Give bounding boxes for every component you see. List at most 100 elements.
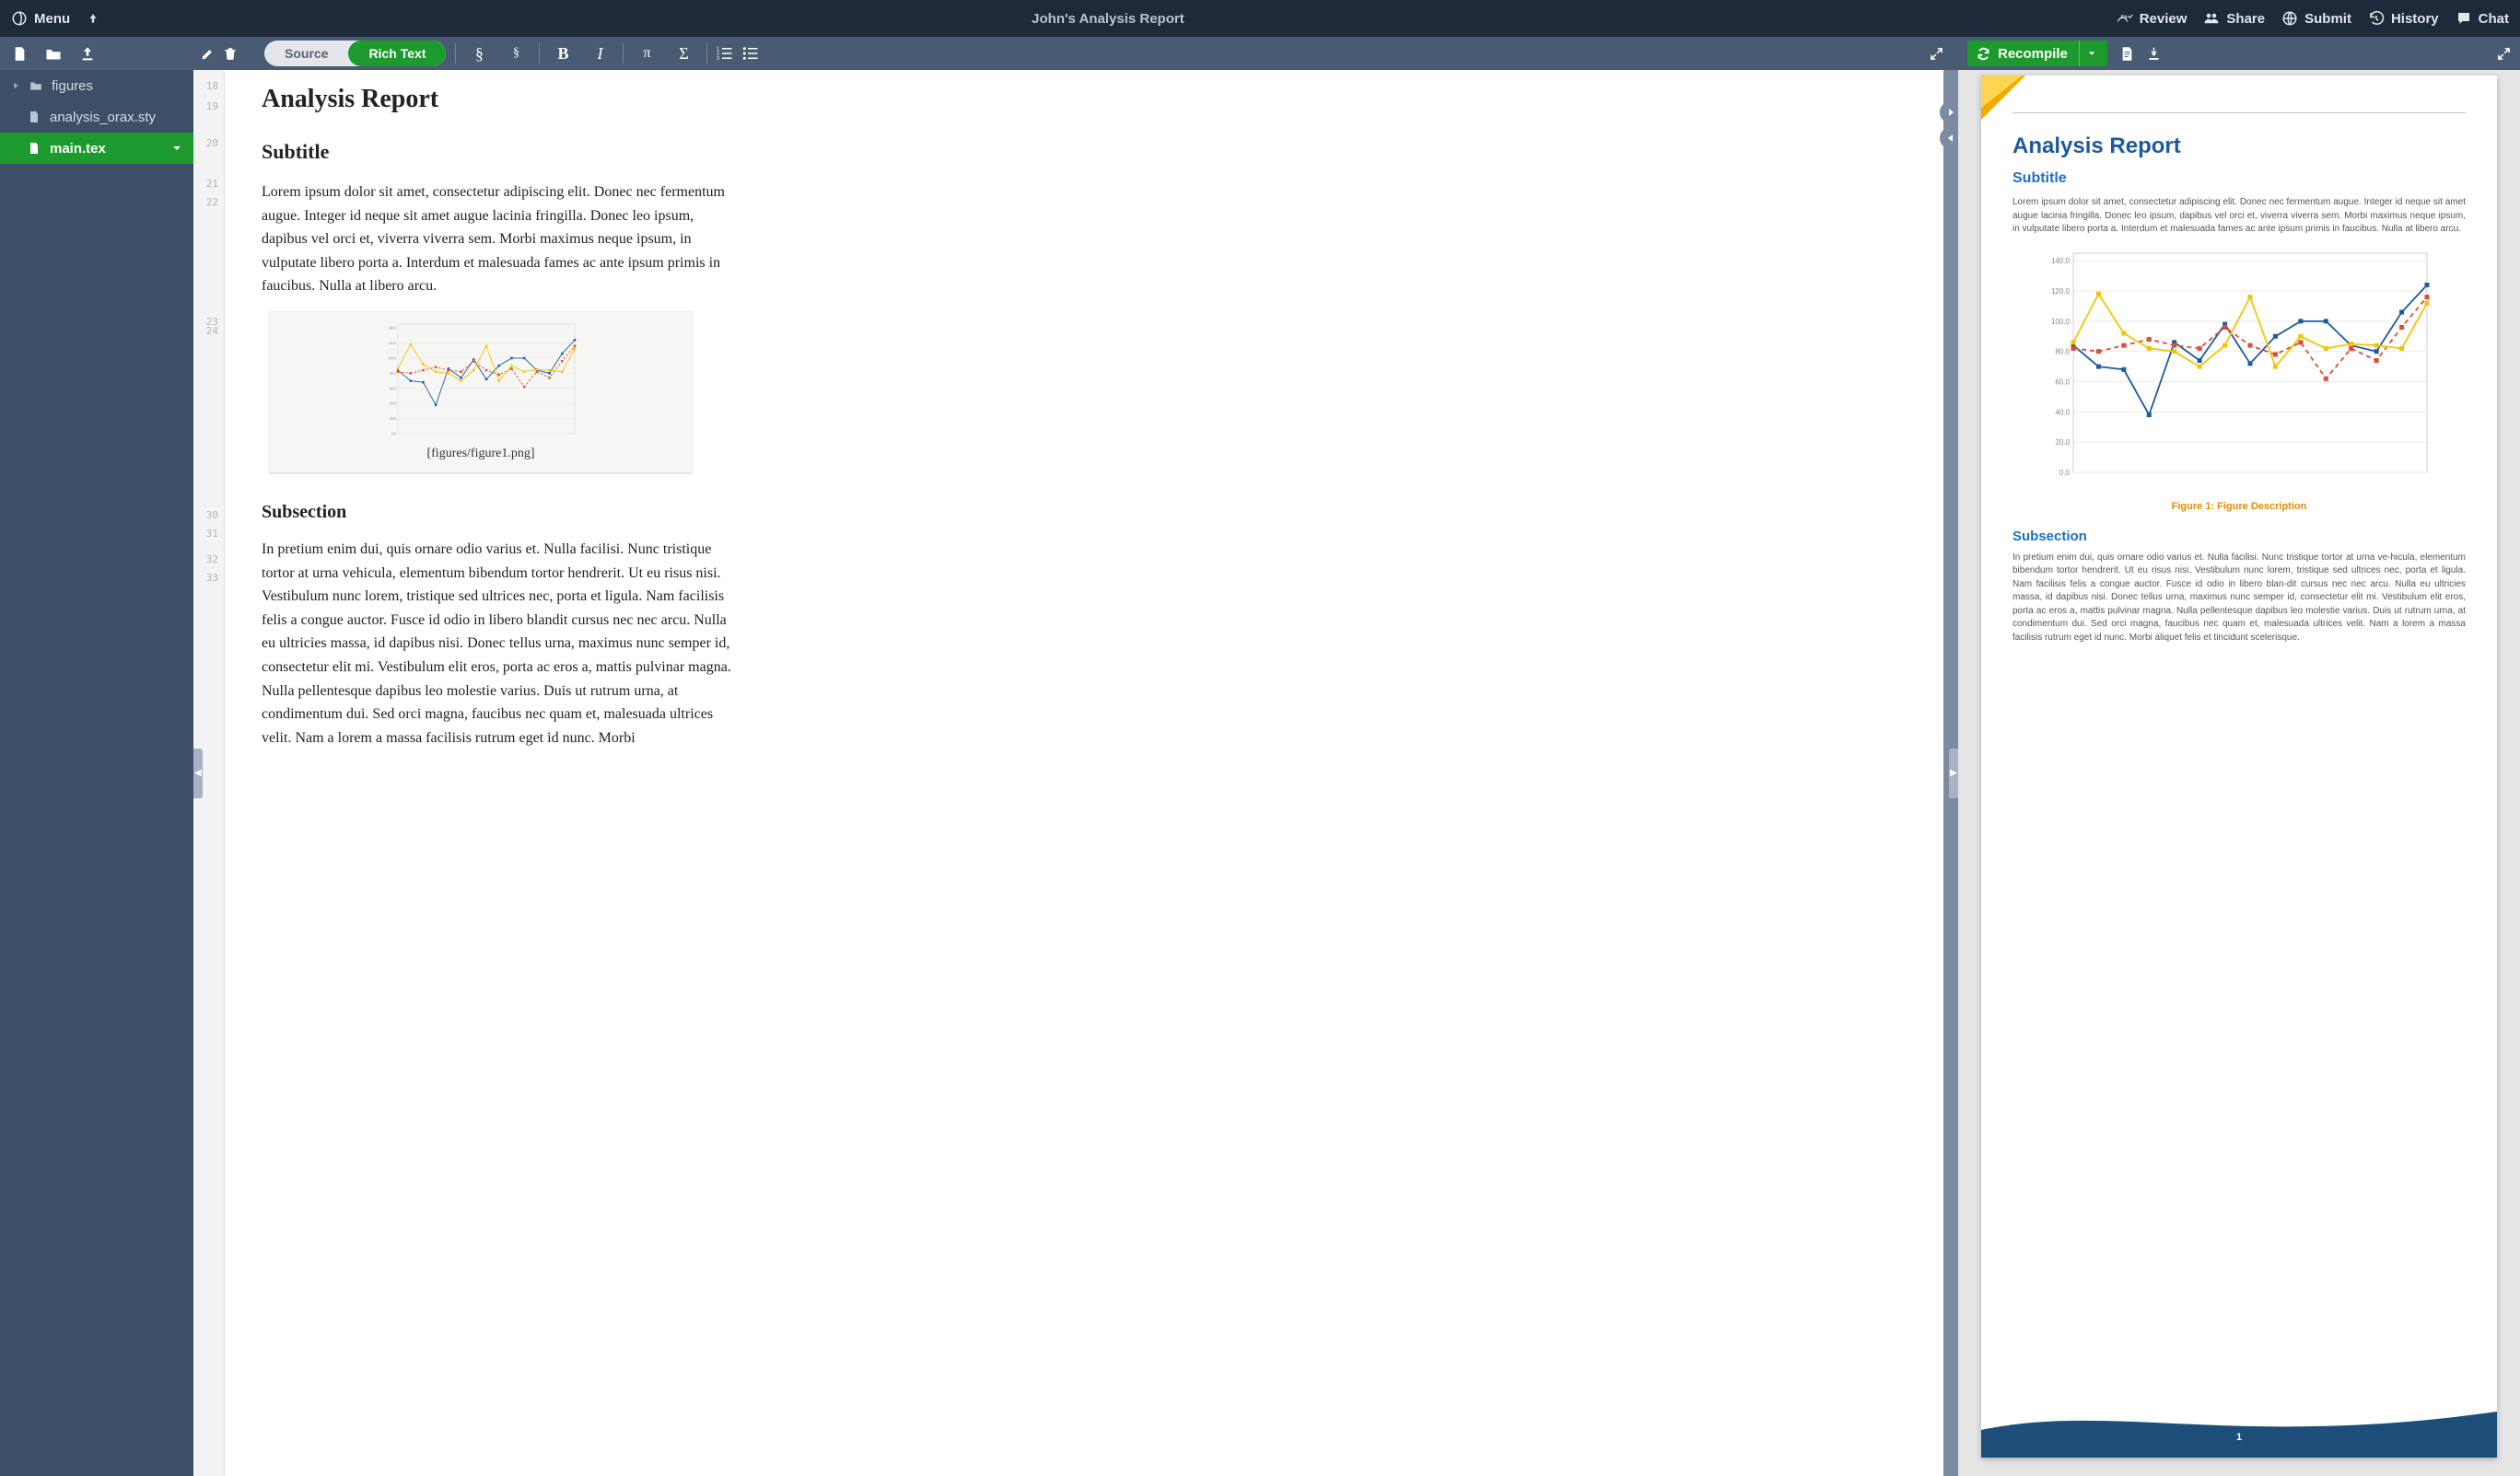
project-title: John's Analysis Report <box>99 11 2117 27</box>
doc-subsection[interactable]: Subsection <box>262 502 1907 523</box>
file-sty[interactable]: analysis_orax.sty <box>0 101 193 133</box>
edit-icon[interactable] <box>201 47 215 61</box>
people-icon <box>2203 10 2220 27</box>
folder-figures[interactable]: figures <box>0 70 193 101</box>
file-tree: figures analysis_orax.sty main.tex <box>0 70 193 1476</box>
numbered-list-icon[interactable]: 123 <box>717 46 733 61</box>
svg-text:140.0: 140.0 <box>388 326 396 331</box>
pdf-figure-caption: Figure 1: Figure Description <box>2012 501 2466 512</box>
file-icon <box>28 142 41 155</box>
file-main-label: main.tex <box>50 141 106 157</box>
page-footer-wave <box>1981 1393 2497 1458</box>
svg-text:120.0: 120.0 <box>388 341 396 345</box>
sigma-button[interactable]: Σ <box>670 44 697 64</box>
new-file-icon[interactable] <box>13 46 27 62</box>
upload-icon[interactable] <box>80 46 95 61</box>
history-label: History <box>2391 11 2439 27</box>
pdf-chart: 0.0 20.0 40.0 60.0 80.0 100.0 120.0 140.0 <box>2012 248 2466 492</box>
svg-text:60.0: 60.0 <box>390 386 396 390</box>
new-folder-icon[interactable] <box>45 47 62 61</box>
italic-button[interactable]: I <box>586 44 613 64</box>
svg-text:3: 3 <box>717 56 719 61</box>
pdf-paragraph: Lorem ipsum dolor sit amet, consectetur … <box>2012 196 2466 237</box>
svg-text:40.0: 40.0 <box>390 401 396 406</box>
expand-editor-icon[interactable] <box>1930 47 1943 61</box>
doc-paragraph[interactable]: In pretium enim dui, quis ornare odio va… <box>262 538 741 750</box>
pdf-subtitle: Subtitle <box>2012 170 2466 187</box>
up-arrow-icon[interactable] <box>87 12 99 25</box>
doc-subtitle[interactable]: Subtitle <box>262 140 1907 164</box>
pdf-subsection: Subsection <box>2012 529 2466 544</box>
bullet-list-icon[interactable] <box>742 46 759 61</box>
review-icon: Ab <box>2117 10 2133 27</box>
chart-thumbnail: 0.0 20.0 40.0 60.0 80.0 100.0 120.0 140.0 <box>384 321 578 441</box>
recompile-dropdown[interactable] <box>2079 41 2096 66</box>
topbar: Menu John's Analysis Report Ab Review Sh… <box>0 0 2520 37</box>
splitter[interactable]: ▶ <box>1943 70 1958 1476</box>
doc-paragraph[interactable]: Lorem ipsum dolor sit amet, consectetur … <box>262 180 741 298</box>
svg-text:80.0: 80.0 <box>390 371 396 376</box>
page-number: 1 <box>1981 1432 2497 1443</box>
folder-icon <box>29 79 42 92</box>
submit-label: Submit <box>2304 11 2351 27</box>
collapse-left[interactable]: ◀ <box>193 749 203 798</box>
menu-label: Menu <box>34 11 70 27</box>
trash-icon[interactable] <box>224 46 237 61</box>
svg-text:20.0: 20.0 <box>2055 438 2070 447</box>
svg-text:20.0: 20.0 <box>390 416 396 421</box>
svg-text:80.0: 80.0 <box>2055 347 2070 355</box>
collapse-right[interactable]: ▶ <box>1949 749 1958 798</box>
logs-icon[interactable] <box>2120 46 2134 62</box>
svg-text:60.0: 60.0 <box>2055 378 2070 386</box>
chat-button[interactable]: Chat <box>2456 10 2509 27</box>
figure-block[interactable]: 0.020.040.060.080.0100.0120.0140.0 [figu… <box>269 311 693 474</box>
expand-preview-icon[interactable] <box>2497 47 2511 61</box>
source-tab[interactable]: Source <box>264 41 348 66</box>
svg-text:140.0: 140.0 <box>2051 257 2071 265</box>
recompile-button[interactable]: Recompile <box>1967 41 2107 66</box>
folder-label: figures <box>52 78 93 94</box>
menu-button[interactable]: Menu <box>11 10 70 27</box>
globe-icon <box>2281 10 2298 27</box>
subsection-button[interactable]: § <box>502 46 530 61</box>
svg-text:120.0: 120.0 <box>2051 287 2071 296</box>
chevron-down-icon <box>2087 49 2096 58</box>
pi-button[interactable]: π <box>633 45 660 62</box>
doc-title[interactable]: Analysis Report <box>262 85 1907 114</box>
main: figures analysis_orax.sty main.tex ◀ 18 … <box>0 70 2520 1476</box>
svg-text:Ab: Ab <box>2120 15 2128 20</box>
recompile-label: Recompile <box>1998 46 2068 62</box>
svg-text:100.0: 100.0 <box>2051 317 2071 325</box>
pdf-paragraph: In pretium enim dui, quis ornare odio va… <box>2012 552 2466 645</box>
pdf-title: Analysis Report <box>2012 134 2466 159</box>
logo-icon <box>11 10 28 27</box>
chat-icon <box>2456 10 2472 27</box>
review-label: Review <box>2140 11 2188 27</box>
svg-text:0.0: 0.0 <box>391 431 396 436</box>
editor[interactable]: ◀ 18 19 20 21 22 23 24 30 31 32 33 Analy… <box>193 70 1943 1476</box>
document-body[interactable]: Analysis Report Subtitle Lorem ipsum dol… <box>225 70 1943 1476</box>
download-icon[interactable] <box>2147 46 2161 61</box>
file-icon <box>28 110 41 123</box>
mode-toggle: Source Rich Text <box>264 41 446 66</box>
review-button[interactable]: Ab Review <box>2117 10 2188 27</box>
history-button[interactable]: History <box>2368 10 2439 27</box>
file-sty-label: analysis_orax.sty <box>50 110 156 125</box>
svg-text:40.0: 40.0 <box>2055 408 2070 416</box>
section-button[interactable]: § <box>465 44 493 64</box>
file-main[interactable]: main.tex <box>0 133 193 164</box>
share-button[interactable]: Share <box>2203 10 2265 27</box>
history-icon <box>2368 10 2385 27</box>
richtext-tab[interactable]: Rich Text <box>348 41 446 66</box>
submit-button[interactable]: Submit <box>2281 10 2351 27</box>
chevron-right-icon <box>11 81 20 90</box>
pdf-page: Analysis Report Subtitle Lorem ipsum dol… <box>1981 76 2497 1458</box>
toolbar: Source Rich Text § § B I π Σ 123 Recompi… <box>0 37 2520 70</box>
pdf-preview[interactable]: Analysis Report Subtitle Lorem ipsum dol… <box>1958 70 2520 1476</box>
bold-button[interactable]: B <box>549 44 577 64</box>
share-label: Share <box>2226 11 2265 27</box>
svg-text:0.0: 0.0 <box>2059 469 2071 477</box>
corner-decoration <box>1981 76 2031 110</box>
chevron-down-icon[interactable] <box>171 143 182 154</box>
svg-text:100.0: 100.0 <box>388 355 396 360</box>
